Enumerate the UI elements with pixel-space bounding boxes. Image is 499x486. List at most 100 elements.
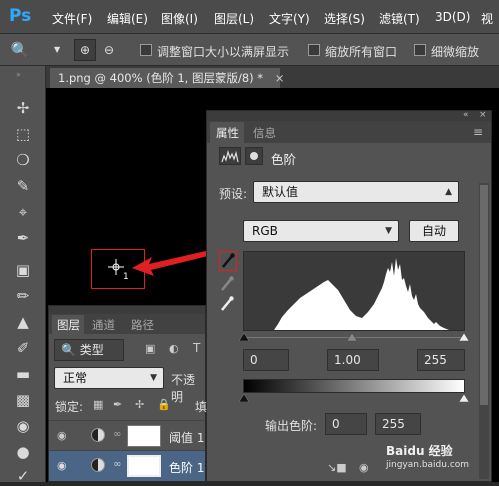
channel-dropdown[interactable]: RGB ▼ xyxy=(243,220,399,242)
layer-mask-icon[interactable] xyxy=(245,147,263,165)
tab-layers[interactable]: 图层 xyxy=(52,315,84,334)
panel-header-strip xyxy=(207,111,491,121)
pen-tool-icon[interactable]: ✓ xyxy=(12,466,34,486)
auto-button[interactable]: 自动 xyxy=(409,220,459,242)
gray-point-eyedropper[interactable] xyxy=(219,275,237,295)
menu-layer[interactable]: 图层(L) xyxy=(214,10,254,27)
black-point-eyedropper[interactable] xyxy=(219,251,237,271)
zoom-out-icon[interactable]: ⊖ xyxy=(98,39,120,61)
zoom-tool-icon[interactable]: 🔍 xyxy=(8,39,32,61)
close-icon[interactable]: × xyxy=(275,71,285,85)
move-tool-icon[interactable]: ✢ xyxy=(12,98,34,118)
tab-paths[interactable]: 路径 xyxy=(131,317,154,333)
watermark-url: jingyan.baidu.com xyxy=(386,460,470,470)
document-tab[interactable]: 1.png @ 400% (色阶 1, 图层蒙版/8) * × xyxy=(50,68,284,88)
levels-adjustment-icon xyxy=(219,147,241,165)
layer-mask-thumbnail[interactable] xyxy=(127,425,161,447)
gradient-tool-icon[interactable]: ▩ xyxy=(12,390,34,410)
layer-name[interactable]: 色阶 1 xyxy=(169,459,204,476)
type-filter-icon[interactable]: T xyxy=(193,341,200,355)
preset-dropdown[interactable]: 默认值 ▲ xyxy=(253,181,459,203)
tab-info-label: 信息 xyxy=(253,126,276,140)
zoom-all-windows-label: 缩放所有窗口 xyxy=(325,45,398,59)
menu-image[interactable]: 图像(I) xyxy=(161,10,198,27)
dodge-tool-icon[interactable]: ● xyxy=(12,442,34,462)
input-white-field[interactable]: 255 xyxy=(417,349,465,371)
menu-file[interactable]: 文件(F) xyxy=(52,10,92,27)
blend-mode-value: 正常 xyxy=(63,371,88,385)
eye-icon[interactable]: ◉ xyxy=(57,429,67,442)
cursor-sample-number: 1 xyxy=(123,272,129,282)
brush-tool-icon[interactable]: ✏ xyxy=(12,286,34,306)
close-icon[interactable]: × xyxy=(479,110,487,120)
zoom-in-icon[interactable]: ⊕ xyxy=(74,39,96,61)
tab-info[interactable]: 信息 xyxy=(247,122,281,143)
scrubby-zoom-checkbox[interactable] xyxy=(414,44,426,56)
chevron-down-icon[interactable]: ▼ xyxy=(54,45,64,55)
lasso-tool-icon[interactable]: ❍ xyxy=(12,150,34,170)
output-levels-slider[interactable] xyxy=(239,394,469,402)
layer-filter-value: 类型 xyxy=(79,343,104,357)
histogram xyxy=(243,251,465,331)
adjustment-layer-icon xyxy=(91,458,105,472)
scrubby-zoom-label: 细微缩放 xyxy=(431,45,480,59)
annotation-arrow xyxy=(132,250,212,276)
clip-to-layer-icon[interactable]: ↘■ xyxy=(327,461,347,474)
layer-mask-thumbnail[interactable] xyxy=(127,455,161,477)
visibility-icon[interactable]: ◉ xyxy=(359,461,369,474)
collapse-icon[interactable]: « xyxy=(463,110,469,120)
lock-position-icon[interactable]: ✢ xyxy=(135,398,144,411)
clone-stamp-tool-icon[interactable]: ▲ xyxy=(12,312,34,332)
menu-view[interactable]: 视 xyxy=(481,10,493,27)
input-gamma-field[interactable]: 1.00 xyxy=(327,349,379,371)
input-levels-slider[interactable] xyxy=(239,333,469,341)
layer-filter-dropdown[interactable]: 🔍 类型 xyxy=(54,339,124,361)
panel-menu-icon[interactable]: ≡ xyxy=(473,125,483,139)
blend-mode-dropdown[interactable]: 正常 ▼ xyxy=(54,367,164,389)
lock-transparent-icon[interactable]: ▦ xyxy=(93,398,103,411)
histogram-graph xyxy=(244,258,464,330)
menu-bar: Ps 文件(F) 编辑(E) 图像(I) 图层(L) 文字(Y) 选择(S) 滤… xyxy=(0,0,499,34)
menu-filter[interactable]: 滤镜(T) xyxy=(379,10,420,27)
spot-healing-tool-icon[interactable]: ▣ xyxy=(12,260,34,280)
eye-icon[interactable]: ◉ xyxy=(57,459,67,472)
menu-edit[interactable]: 编辑(E) xyxy=(107,10,148,27)
document-tab-title: 1.png @ 400% (色阶 1, 图层蒙版/8) * xyxy=(58,71,264,85)
tab-channels[interactable]: 通道 xyxy=(92,317,115,333)
preset-label: 预设: xyxy=(219,187,248,201)
eraser-tool-icon[interactable]: ▬ xyxy=(12,364,34,384)
link-icon[interactable]: ∞ xyxy=(113,429,121,440)
eyedropper-tool-icon[interactable]: ✒ xyxy=(12,228,34,248)
resize-windows-checkbox[interactable] xyxy=(140,44,152,56)
blur-tool-icon[interactable]: ◉ xyxy=(12,416,34,436)
options-bar: 🔍 ▼ ⊕ ⊖ 调整窗口大小以满屏显示 缩放所有窗口 细微缩放 xyxy=(0,34,499,66)
history-brush-tool-icon[interactable]: ✐ xyxy=(12,338,34,358)
resize-windows-label: 调整窗口大小以满屏显示 xyxy=(157,45,290,59)
input-black-field[interactable]: 0 xyxy=(243,349,289,371)
search-icon: 🔍 xyxy=(61,343,76,357)
adjustment-layer-icon xyxy=(91,428,105,442)
properties-panel: « × 属性 信息 ≡ 色阶 预设: 默认值 ▲ RGB ▼ 自动 0 1.00… xyxy=(206,110,492,482)
layer-name[interactable]: 阈值 1 xyxy=(169,429,204,446)
white-point-eyedropper[interactable] xyxy=(219,295,237,315)
output-white-field[interactable]: 255 xyxy=(375,413,421,435)
collapse-icon[interactable]: » xyxy=(16,70,21,79)
lock-pixels-icon[interactable]: ✒ xyxy=(113,398,122,411)
layer-row[interactable]: ◉ ∞ 阈值 1 xyxy=(49,420,205,450)
layer-row-selected[interactable]: ◉ ∞ 色阶 1 xyxy=(49,450,205,481)
quick-select-tool-icon[interactable]: ✎ xyxy=(12,176,34,196)
marquee-tool-icon[interactable]: ⬚ xyxy=(12,124,34,144)
menu-select[interactable]: 选择(S) xyxy=(324,10,365,27)
lock-all-icon[interactable]: 🔒 xyxy=(157,398,171,411)
zoom-all-windows-checkbox[interactable] xyxy=(308,44,320,56)
menu-3d[interactable]: 3D(D) xyxy=(435,10,470,24)
crop-tool-icon[interactable]: ⌖ xyxy=(12,202,34,222)
adjustment-filter-icon[interactable]: ◐ xyxy=(169,342,179,355)
scrollbar-track[interactable] xyxy=(479,183,489,479)
tab-properties[interactable]: 属性 xyxy=(210,122,244,143)
image-filter-icon[interactable]: ▣ xyxy=(145,342,155,355)
output-black-field[interactable]: 0 xyxy=(325,413,367,435)
link-icon[interactable]: ∞ xyxy=(113,459,121,470)
photoshop-logo: Ps xyxy=(9,6,32,26)
menu-type[interactable]: 文字(Y) xyxy=(269,10,310,27)
